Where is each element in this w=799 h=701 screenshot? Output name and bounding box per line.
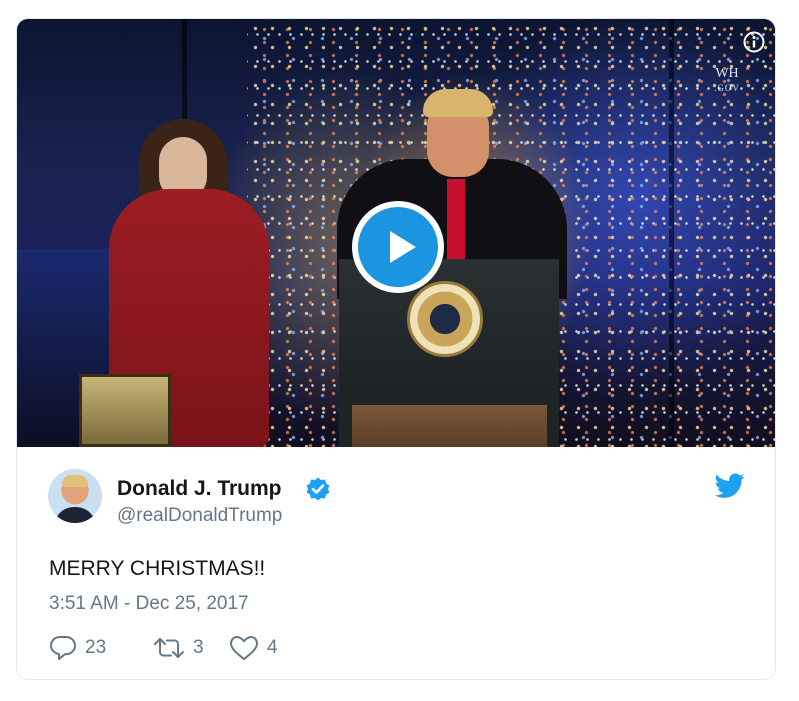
glass-pillar (669, 19, 674, 447)
retweet-count: 3 (193, 637, 204, 658)
small-podium (79, 374, 171, 447)
tweet-actions: 23 3 4 (49, 633, 449, 663)
info-icon[interactable] (743, 31, 765, 53)
play-button[interactable] (352, 201, 444, 293)
screen-name[interactable]: @realDonaldTrump (117, 505, 282, 527)
embedded-tweet-card: WH .GOV Donald J. Trump @realDonaldTrump… (16, 18, 776, 680)
wh-gov-watermark: WH .GOV (707, 67, 747, 99)
reply-icon (50, 636, 76, 660)
like-button[interactable]: 4 (229, 633, 278, 663)
reply-button[interactable]: 23 (49, 633, 106, 663)
heart-icon (230, 636, 258, 660)
tweet-body: Donald J. Trump @realDonaldTrump MERRY C… (17, 447, 775, 679)
reply-count: 23 (85, 637, 107, 658)
tweet-text: MERRY CHRISTMAS!! (49, 557, 266, 580)
twitter-bird-icon[interactable] (714, 473, 745, 499)
lectern-base (352, 405, 547, 447)
avatar[interactable] (48, 469, 102, 523)
retweet-icon (154, 638, 184, 658)
watermark-bottom-text: .GOV (714, 83, 740, 93)
like-count: 4 (267, 637, 278, 658)
video-thumbnail[interactable]: WH .GOV (17, 19, 775, 447)
retweet-button[interactable]: 3 (153, 633, 204, 663)
watermark-top-text: WH (715, 66, 739, 81)
play-icon (390, 231, 416, 263)
verified-badge-icon (305, 476, 331, 502)
display-name[interactable]: Donald J. Trump (117, 477, 282, 501)
tweet-timestamp[interactable]: 3:51 AM - Dec 25, 2017 (49, 593, 249, 615)
